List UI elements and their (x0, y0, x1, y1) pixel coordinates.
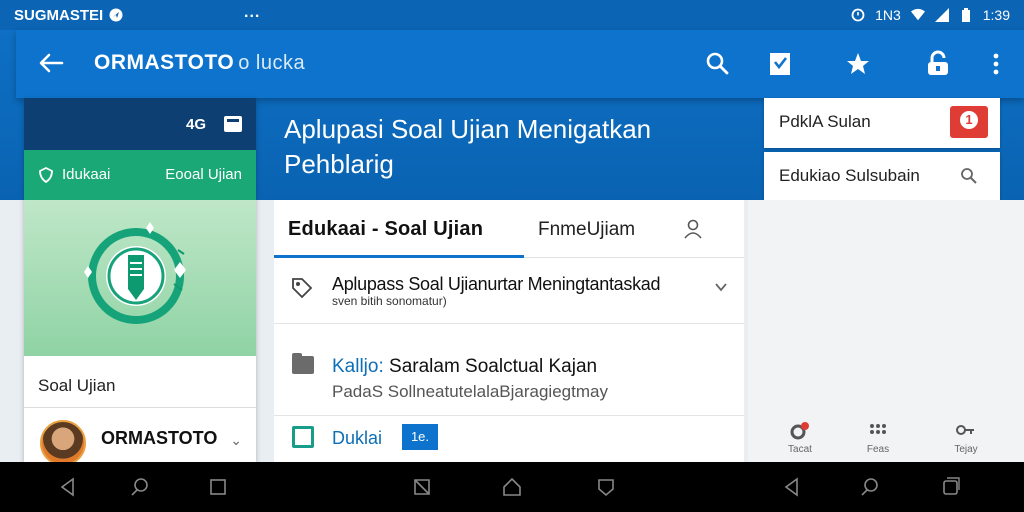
app-title: ORMASTOTO o lucka (94, 51, 305, 75)
home-nav-icon[interactable] (500, 475, 524, 499)
key-icon (956, 425, 974, 435)
shortcut-tacat-label: Tacat (788, 444, 812, 455)
main-content-panel: Edukaai - Soal Ujian FnmeUjiam Aplupass … (274, 200, 744, 462)
bottom-right-area: Tacat Feas Tejay (748, 200, 1024, 462)
chevron-down-icon[interactable]: ⌄ (230, 432, 242, 449)
alarm-icon (851, 8, 865, 22)
list-item[interactable]: Duklai 1e. (274, 416, 744, 460)
assistant-icon[interactable] (858, 475, 882, 499)
right-card-pdkla-label: PdklA Sulan (779, 112, 871, 131)
list-item-subtitle: PadaS SollneatutelalaBjaragiegtmay (332, 382, 608, 401)
carrier-label: SUGMASTEI (14, 6, 104, 24)
list-item-title-rest: Saralam Soalctual Kajan (383, 356, 598, 377)
back-nav-icon[interactable] (56, 475, 80, 499)
right-cards: PdklA Sulan Edukiao Sulsubain (764, 98, 1000, 204)
shortcut-tejay-label: Tejay (954, 444, 978, 455)
recents-nav-icon[interactable] (938, 475, 962, 499)
content-tabs: Edukaai - Soal Ujian FnmeUjiam (274, 200, 744, 258)
tab-eooal-ujian[interactable]: Eooal Ujian (165, 166, 242, 183)
bookmark-icon[interactable] (766, 50, 794, 78)
list-item-title: Kalljo: Saralam Soalctual Kajan (332, 356, 597, 378)
recents-nav-icon[interactable] (206, 475, 230, 499)
card-icon[interactable] (224, 116, 242, 132)
folder-icon (292, 353, 314, 374)
back-nav-icon[interactable] (780, 475, 804, 499)
apps-grid-icon (870, 424, 886, 434)
shortcut-feas-label: Feas (866, 444, 890, 455)
carrier-group: SUGMASTEI (14, 7, 123, 24)
navigation-icon (109, 8, 123, 22)
status-time: 1:39 (982, 7, 1010, 23)
user-icon[interactable] (682, 218, 704, 240)
left-panel-tabs: Idukaai Eooal Ujian (24, 150, 256, 200)
right-card-search[interactable]: Edukiao Sulsubain (764, 152, 1000, 200)
system-nav-bar (0, 462, 1024, 512)
shortcut-tejay[interactable]: Tejay (936, 422, 996, 455)
left-drawer-panel: 4G Idukaai Eooal Ujian Soal Ujian ORMAST… (24, 98, 256, 466)
status-icons-text: 1N3 (875, 7, 901, 23)
count-badge: 1e. (402, 424, 438, 450)
shield-nav-icon[interactable] (594, 475, 618, 499)
signal-label: 4G (185, 116, 206, 133)
location-icon (790, 422, 809, 440)
more-vert-icon[interactable] (986, 50, 1006, 78)
lock-icon[interactable] (924, 50, 952, 78)
tab-idukaai-label: Idukaai (62, 166, 111, 183)
left-panel-label[interactable]: Soal Ujian (24, 356, 256, 408)
tab-edukaai-soal-ujian[interactable]: Edukaai - Soal Ujian (288, 218, 483, 241)
user-name: ORMASTOTO (101, 428, 218, 448)
status-bar: SUGMASTEI ... 1N3 1:39 (0, 0, 1024, 30)
shortcut-feas[interactable]: Feas (848, 422, 908, 455)
status-right: 1N3 1:39 (851, 0, 1010, 30)
app-title-text: ORMASTOTO (94, 51, 235, 74)
right-card-pdkla[interactable]: PdklA Sulan (764, 98, 1000, 148)
hero-title: Aplupasi Soal Ujian Menigatkan Pehblarig (284, 114, 652, 179)
exam-badge-icon (84, 222, 186, 324)
tag-icon (292, 278, 313, 299)
assistant-icon[interactable] (128, 475, 152, 499)
signal-icon (934, 8, 949, 22)
left-panel-header: 4G (24, 98, 256, 150)
back-arrow-icon[interactable] (36, 48, 66, 78)
avatar[interactable] (40, 420, 86, 466)
notification-dots: ... (244, 4, 261, 21)
tab-eooal-ujian-label: Eooal Ujian (165, 166, 242, 183)
tab-idukaai[interactable]: Idukaai (38, 166, 110, 183)
list-item-title: Duklai (332, 428, 383, 448)
wifi-icon (910, 8, 925, 21)
list-item-title: Aplupass Soal Ujianurtar Meningtantaskad (332, 274, 661, 294)
battery-icon (961, 8, 970, 22)
shortcut-tacat[interactable]: Tacat (770, 422, 830, 455)
shield-icon (39, 166, 53, 183)
alert-badge-icon[interactable] (950, 106, 988, 138)
search-icon[interactable] (960, 167, 978, 185)
soal-ujian-label: Soal Ujian (38, 376, 116, 395)
right-card-search-label: Edukiao Sulsubain (779, 166, 920, 185)
screenshot-icon[interactable] (410, 475, 434, 499)
star-icon[interactable] (844, 50, 872, 78)
checkbox-icon[interactable] (292, 426, 314, 448)
list-item-title-prefix: Kalljo: (332, 356, 384, 377)
search-icon[interactable] (704, 50, 732, 78)
list-item[interactable]: Kalljo: Saralam Soalctual Kajan PadaS So… (274, 324, 744, 416)
chevron-down-icon[interactable] (714, 280, 728, 294)
user-row[interactable]: ORMASTOTO ⌄ (24, 408, 256, 466)
list-item[interactable]: Aplupass Soal Ujianurtar Meningtantaskad… (274, 258, 744, 324)
app-bar: ORMASTOTO o lucka (16, 30, 1024, 98)
tab-fnmeujiam[interactable]: FnmeUjiam (538, 219, 635, 241)
left-panel-illustration (24, 200, 256, 356)
app-subtitle: o lucka (238, 52, 306, 74)
list-item-subtitle: sven bitih sonomatur) (332, 294, 447, 308)
